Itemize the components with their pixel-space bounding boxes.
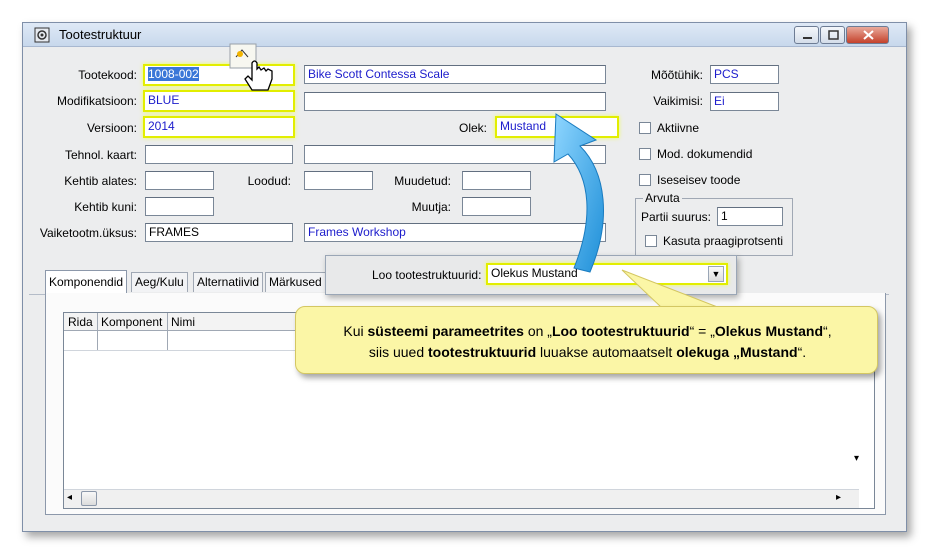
kehtib-alates-field[interactable] xyxy=(145,171,214,190)
window-title: Tootestruktuur xyxy=(59,27,142,42)
versioon-field[interactable]: 2014 xyxy=(143,116,295,138)
loo-tootestruktuurid-label: Loo tootestruktuurid: xyxy=(372,268,482,282)
curved-arrow-icon xyxy=(553,113,604,273)
partii-suurus-field[interactable]: 1 xyxy=(717,207,783,226)
hand-cursor-icon xyxy=(228,41,280,97)
info-callout: Kui süsteemi parameetrites on „Loo toote… xyxy=(295,306,878,374)
muudetud-label: Muudetud: xyxy=(394,174,451,188)
column-divider xyxy=(97,313,98,351)
tehnol-kaart-label: Tehnol. kaart: xyxy=(64,148,137,162)
iseseisev-toode-checkbox[interactable] xyxy=(639,174,651,186)
aktiivne-checkbox[interactable] xyxy=(639,122,651,134)
mootuhik-label: Mõõtühik: xyxy=(650,68,703,82)
vaiketootm-label: Vaiketootm.üksus: xyxy=(39,226,137,240)
olek-label: Olek: xyxy=(458,121,487,135)
tootekood-label: Tootekood: xyxy=(78,68,137,82)
column-divider xyxy=(167,313,168,351)
kehtib-kuni-label: Kehtib kuni: xyxy=(74,200,137,214)
arvuta-label: Arvuta xyxy=(643,191,682,205)
tab-komponendid[interactable]: Komponendid xyxy=(45,270,128,293)
modifikatsioon-label: Modifikatsioon: xyxy=(56,94,137,108)
vaikimisi-field[interactable]: Ei xyxy=(710,92,779,111)
callout-line-1: Kui süsteemi parameetrites on „Loo toote… xyxy=(343,323,832,339)
muudetud-field[interactable] xyxy=(462,171,531,190)
mootuhik-field[interactable]: PCS xyxy=(710,65,779,84)
mod-dokumendid-label: Mod. dokumendid xyxy=(657,147,753,161)
column-nimi[interactable]: Nimi xyxy=(171,315,195,329)
kehtib-alates-label: Kehtib alates: xyxy=(64,174,137,188)
maximize-button[interactable] xyxy=(820,26,845,44)
new-record-icon xyxy=(237,51,243,57)
scroll-thumb[interactable] xyxy=(81,491,97,506)
tab-aeg-kulu[interactable]: Aeg/Kulu xyxy=(131,272,188,292)
scroll-right-icon[interactable]: ▸ xyxy=(836,492,841,503)
iseseisev-toode-label: Iseseisev toode xyxy=(657,173,741,187)
versioon-label: Versioon: xyxy=(86,121,137,135)
callout-line-2: siis uued tootestruktuurid luuakse autom… xyxy=(368,344,807,360)
mod-dokumendid-checkbox[interactable] xyxy=(639,148,651,160)
close-icon xyxy=(863,30,874,40)
kehtib-kuni-field[interactable] xyxy=(145,197,214,216)
product-name-field[interactable]: Bike Scott Contessa Scale xyxy=(304,65,606,84)
kasuta-praagiprotsenti-checkbox[interactable] xyxy=(645,235,657,247)
kasuta-praagiprotsenti-label: Kasuta praagiprotsenti xyxy=(663,234,784,248)
partii-suurus-label: Partii suurus: xyxy=(640,210,711,224)
vaiketootm-field[interactable]: FRAMES xyxy=(145,223,293,242)
maximize-icon xyxy=(828,30,839,40)
column-rida[interactable]: Rida xyxy=(68,315,93,329)
vaikimisi-label: Vaikimisi: xyxy=(653,94,703,108)
close-button[interactable] xyxy=(846,26,889,44)
column-komponent[interactable]: Komponent xyxy=(101,315,162,329)
tab-markused[interactable]: Märkused xyxy=(265,272,326,292)
app-icon xyxy=(34,27,50,43)
tehnol-kaart-field[interactable] xyxy=(145,145,293,164)
loodud-field[interactable] xyxy=(304,171,373,190)
loodud-label: Loodud: xyxy=(247,174,291,188)
callout-text: Kui süsteemi parameetrites on „Loo toote… xyxy=(296,321,879,363)
aktiivne-label: Aktiivne xyxy=(657,121,700,135)
minimize-icon xyxy=(803,37,812,39)
muutja-label: Muutja: xyxy=(411,200,451,214)
title-bar: Tootestruktuur xyxy=(23,23,906,47)
minimize-button[interactable] xyxy=(794,26,819,44)
scroll-left-icon[interactable]: ◂ xyxy=(67,492,72,503)
tab-alternatiivid[interactable]: Alternatiivid xyxy=(193,272,264,292)
horizontal-scrollbar[interactable]: ◂ ▸ xyxy=(64,489,859,508)
muutja-field[interactable] xyxy=(462,197,531,216)
scroll-down-icon[interactable]: ▾ xyxy=(854,453,859,464)
